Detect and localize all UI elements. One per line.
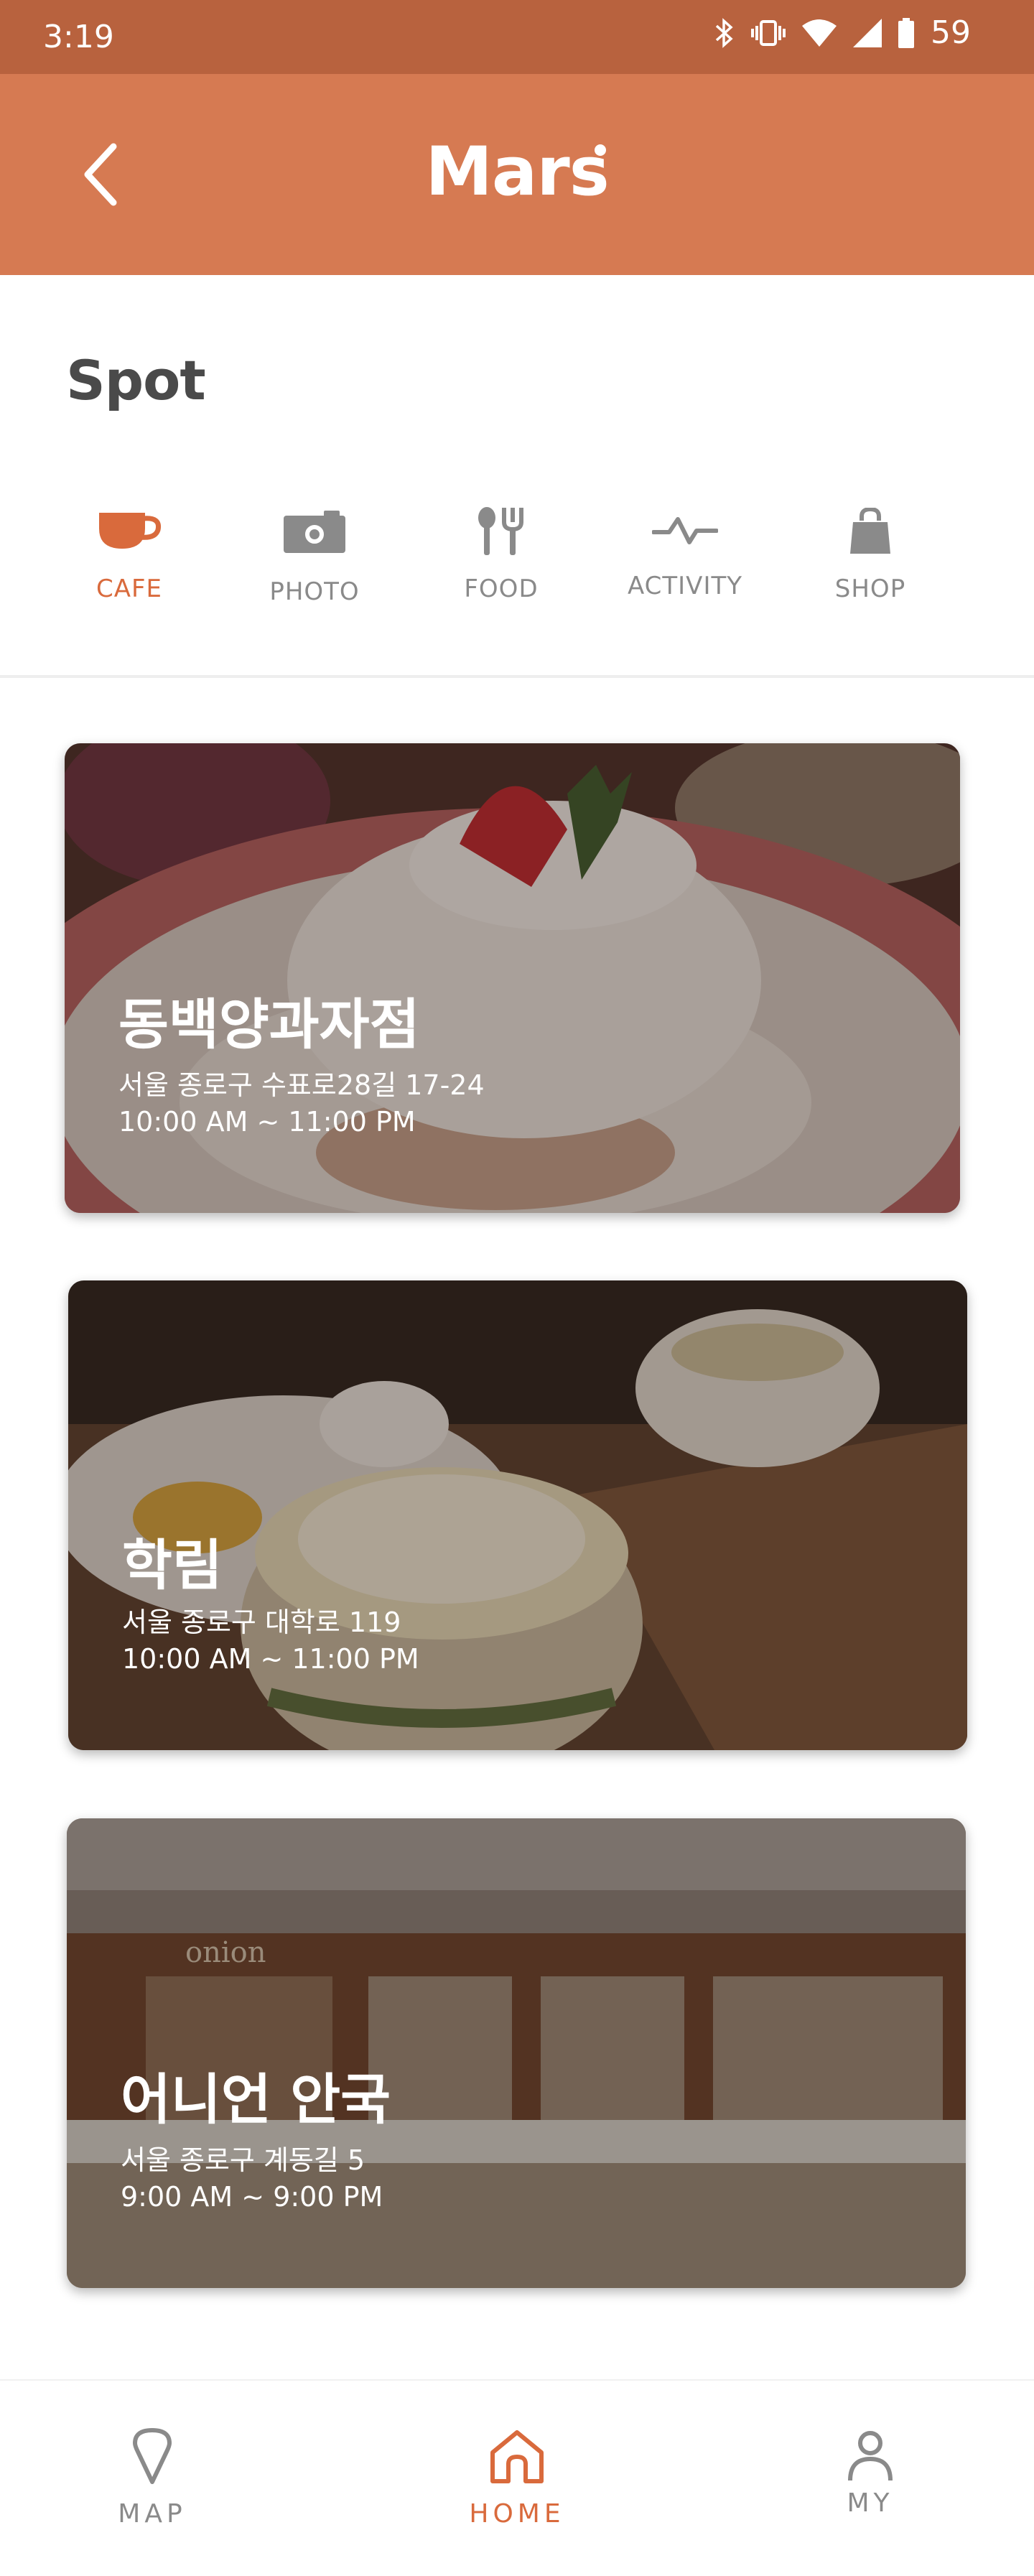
category-tabs: CAFE PHOTO FOOD ACTIVITY SHOP <box>0 503 1034 632</box>
spot-card[interactable]: 동백양과자점 서울 종로구 수표로28길 17-24 10:00 AM ~ 11… <box>65 743 960 1213</box>
spot-hours: 9:00 AM ~ 9:00 PM <box>121 2181 383 2213</box>
coffee-cup-icon <box>65 503 194 560</box>
activity-icon <box>620 503 750 560</box>
tab-activity[interactable]: ACTIVITY <box>620 503 750 625</box>
spot-name: 동백양과자점 <box>118 992 420 1056</box>
camera-icon <box>250 503 379 560</box>
spot-address: 서울 종로구 계동길 5 <box>121 2144 365 2176</box>
nav-home[interactable]: HOME <box>445 2424 589 2553</box>
spot-card[interactable]: 학림 서울 종로구 대학로 119 10:00 AM ~ 11:00 PM <box>68 1280 967 1750</box>
brand-dot <box>595 144 606 156</box>
nav-label: MY <box>847 2488 894 2518</box>
tab-shop[interactable]: SHOP <box>806 503 935 625</box>
image-overlay <box>68 1280 967 1750</box>
tab-label: SHOP <box>834 575 906 603</box>
spot-card[interactable]: onion 어니언 안국 서울 종로구 계동길 5 9:00 AM ~ 9:00… <box>67 1818 966 2288</box>
image-overlay <box>65 743 960 1213</box>
fork-knife-icon <box>437 503 566 560</box>
tab-label: PHOTO <box>269 577 360 606</box>
home-icon <box>445 2424 589 2488</box>
nav-map[interactable]: MAP <box>80 2424 224 2553</box>
spot-name: 어니언 안국 <box>121 2068 391 2131</box>
tab-food[interactable]: FOOD <box>437 503 566 625</box>
nav-label: MAP <box>118 2499 187 2529</box>
tab-label: CAFE <box>96 575 163 603</box>
status-bar: 3:19 59 <box>0 0 1034 74</box>
app-bar: Mars <box>0 74 1034 275</box>
tab-label: FOOD <box>464 575 539 603</box>
bluetooth-icon <box>715 17 733 48</box>
shopping-bag-icon <box>806 503 935 560</box>
tab-label: ACTIVITY <box>627 572 743 600</box>
bottom-navigation: MAP HOME MY <box>0 2379 1034 2576</box>
wifi-icon <box>802 19 837 47</box>
section-title: Spot <box>66 348 206 412</box>
app-title: Mars <box>425 133 609 211</box>
battery-percent: 59 <box>931 14 971 51</box>
spot-address: 서울 종로구 수표로28길 17-24 <box>118 1069 485 1101</box>
tab-photo[interactable]: PHOTO <box>250 503 379 625</box>
spot-name: 학림 <box>122 1533 223 1597</box>
divider <box>0 675 1034 678</box>
battery-icon <box>898 17 914 48</box>
spot-hours: 10:00 AM ~ 11:00 PM <box>118 1106 416 1138</box>
status-icons: 59 <box>714 14 971 51</box>
map-pin-icon <box>80 2424 224 2488</box>
image-overlay <box>67 1818 966 2288</box>
nav-my[interactable]: MY <box>798 2424 942 2553</box>
nav-label: HOME <box>469 2499 565 2529</box>
status-time: 3:19 <box>43 19 114 55</box>
tab-cafe[interactable]: CAFE <box>65 503 194 625</box>
vibrate-icon <box>751 19 786 46</box>
spot-address: 서울 종로구 대학로 119 <box>122 1606 401 1638</box>
signal-icon <box>853 18 882 47</box>
user-icon <box>798 2424 942 2488</box>
spot-hours: 10:00 AM ~ 11:00 PM <box>122 1643 419 1675</box>
